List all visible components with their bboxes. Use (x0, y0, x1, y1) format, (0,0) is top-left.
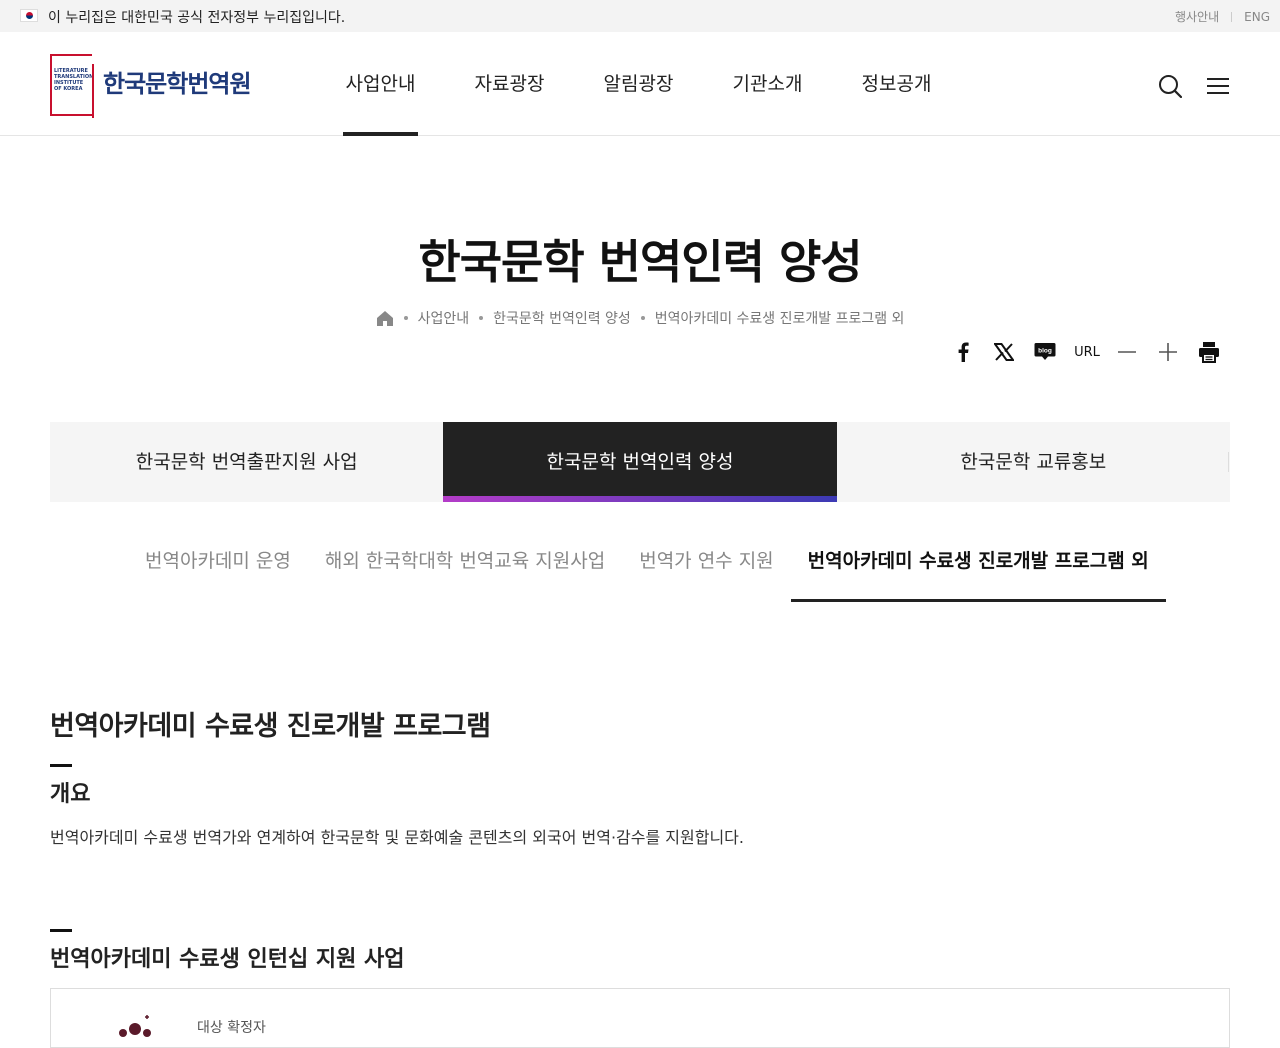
secondary-tabs: 번역아카데미 운영 해외 한국학대학 번역교육 지원사업 번역가 연수 지원 번… (128, 520, 1166, 602)
nav-item-business[interactable]: 사업안내 (316, 32, 445, 136)
logo-korean-text[interactable]: 한국문학번역원 (103, 64, 252, 99)
heading-accent-bar (50, 764, 72, 767)
overview-heading: 개요 (50, 782, 91, 807)
people-icon (119, 1015, 151, 1037)
zoom-out-icon[interactable] (1115, 340, 1139, 364)
subtab-translator-residency[interactable]: 번역가 연수 지원 (622, 520, 790, 602)
nav-item-news[interactable]: 알림광장 (574, 32, 703, 136)
main-nav: 사업안내 자료광장 알림광장 기관소개 정보공개 (316, 32, 961, 136)
gov-links: 행사안내 ENG (1175, 8, 1270, 25)
box-label: 대상 확정자 (197, 1020, 266, 1036)
subtab-academy-operation[interactable]: 번역아카데미 운영 (128, 520, 308, 602)
breadcrumb: 사업안내 한국문학 번역인력 양성 번역아카데미 수료생 진로개발 프로그램 외 (0, 308, 1280, 328)
breadcrumb-separator (640, 316, 645, 320)
logo-english-text: LITERATURE TRANSLATION INSTITUTE OF KORE… (54, 68, 94, 92)
subtab-overseas-education[interactable]: 해외 한국학대학 번역교육 지원사업 (308, 520, 622, 602)
breadcrumb-item-current[interactable]: 번역아카데미 수료생 진로개발 프로그램 외 (655, 308, 905, 328)
home-icon[interactable] (376, 309, 394, 327)
tab-translator-training[interactable]: 한국문학 번역인력 양성 (443, 422, 837, 502)
search-icon[interactable] (1158, 74, 1182, 98)
share-toolbar: blog URL (0, 340, 1280, 364)
nav-item-disclosure[interactable]: 정보공개 (832, 32, 961, 136)
facebook-icon[interactable] (951, 340, 975, 364)
breadcrumb-separator (479, 316, 484, 320)
breadcrumb-separator (403, 316, 408, 320)
heading-accent-bar (50, 929, 72, 932)
info-box: 대상 확정자 (50, 988, 1230, 1048)
hamburger-menu-icon[interactable] (1205, 76, 1229, 96)
korea-flag-icon (20, 9, 38, 22)
divider (1231, 11, 1233, 22)
x-icon[interactable] (992, 340, 1016, 364)
print-icon[interactable] (1197, 340, 1221, 364)
tab-exchange-promotion[interactable]: 한국문학 교류홍보 (837, 422, 1230, 502)
blog-icon-label: blog (1038, 348, 1052, 355)
internship-heading: 번역아카데미 수료생 인턴십 지원 사업 (50, 947, 405, 972)
eng-link[interactable]: ENG (1244, 10, 1270, 24)
section-main-heading: 번역아카데미 수료생 진로개발 프로그램 (50, 711, 491, 742)
divider (1228, 452, 1229, 472)
primary-tabs: 한국문학 번역출판지원 사업 한국문학 번역인력 양성 한국문학 교류홍보 (50, 422, 1230, 502)
tab-publishing-support[interactable]: 한국문학 번역출판지원 사업 (50, 422, 443, 502)
url-copy-button[interactable]: URL (1074, 340, 1100, 364)
subtab-career-program[interactable]: 번역아카데미 수료생 진로개발 프로그램 외 (790, 520, 1166, 602)
nav-item-about[interactable]: 기관소개 (703, 32, 832, 136)
page-title: 한국문학 번역인력 양성 (418, 235, 862, 289)
breadcrumb-item[interactable]: 한국문학 번역인력 양성 (493, 308, 631, 328)
zoom-in-icon[interactable] (1156, 340, 1180, 364)
gov-banner: 이 누리집은 대한민국 공식 전자정부 누리집입니다. 행사안내 ENG (0, 0, 1280, 32)
site-header: LITERATURE TRANSLATION INSTITUTE OF KORE… (0, 32, 1280, 136)
logo[interactable]: LITERATURE TRANSLATION INSTITUTE OF KORE… (50, 54, 94, 118)
blog-icon[interactable]: blog (1033, 340, 1057, 364)
event-info-link[interactable]: 행사안내 (1175, 8, 1219, 25)
breadcrumb-item[interactable]: 사업안내 (418, 308, 470, 328)
overview-text: 번역아카데미 수료생 번역가와 연계하여 한국문학 및 문화예술 콘텐츠의 외국… (50, 828, 744, 847)
nav-item-resources[interactable]: 자료광장 (445, 32, 574, 136)
gov-banner-text: 이 누리집은 대한민국 공식 전자정부 누리집입니다. (48, 10, 346, 26)
